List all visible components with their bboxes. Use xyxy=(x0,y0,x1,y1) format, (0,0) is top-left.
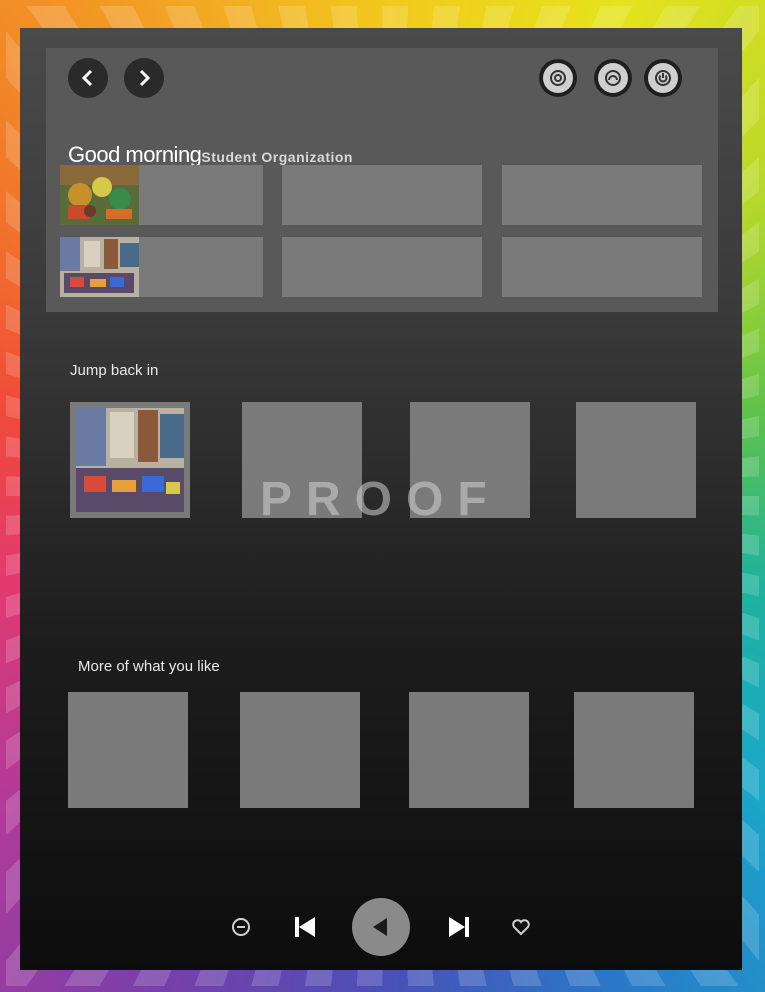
music-app-window: Good morningStudent Organization Jump ba… xyxy=(20,28,742,970)
quick-tile[interactable] xyxy=(60,165,263,225)
recommendation-card[interactable] xyxy=(240,692,360,808)
quick-tile[interactable] xyxy=(282,237,482,297)
shuffle-button[interactable] xyxy=(230,916,252,938)
next-button[interactable] xyxy=(444,912,474,942)
recommendation-card[interactable] xyxy=(574,692,694,808)
play-button[interactable] xyxy=(352,898,410,956)
chevron-left-icon xyxy=(81,69,93,87)
heart-icon xyxy=(512,919,530,936)
header-panel: Good morningStudent Organization xyxy=(46,48,718,312)
skip-previous-icon xyxy=(295,917,315,937)
recent-card[interactable] xyxy=(70,402,190,518)
minus-circle-icon xyxy=(232,918,250,936)
forward-button[interactable] xyxy=(124,58,164,98)
headphones-icon xyxy=(598,63,628,93)
like-button[interactable] xyxy=(510,916,532,938)
quick-tile[interactable] xyxy=(282,165,482,225)
recommendation-card[interactable] xyxy=(409,692,529,808)
recent-card[interactable] xyxy=(576,402,696,518)
back-button[interactable] xyxy=(68,58,108,98)
previous-button[interactable] xyxy=(290,912,320,942)
quick-tile[interactable] xyxy=(502,165,702,225)
section-title-jump-back-in: Jump back in xyxy=(70,362,159,379)
playback-controls xyxy=(20,896,742,956)
headphones-button[interactable] xyxy=(594,59,632,97)
album-art-classroom xyxy=(60,237,139,297)
power-icon xyxy=(648,63,678,93)
quick-tile[interactable] xyxy=(502,237,702,297)
album-art-classroom-large xyxy=(70,402,190,518)
greeting-text: Good morning xyxy=(68,142,202,167)
play-icon xyxy=(373,918,387,936)
recommendation-card[interactable] xyxy=(68,692,188,808)
section-title-more-you-like: More of what you like xyxy=(78,658,220,675)
skip-next-icon xyxy=(449,917,469,937)
album-art-toys xyxy=(60,165,139,225)
organization-name: Student Organization xyxy=(201,149,353,165)
power-button[interactable] xyxy=(644,59,682,97)
chevron-right-icon xyxy=(139,69,151,87)
account-button[interactable] xyxy=(539,59,577,97)
proof-watermark: PROOF xyxy=(260,473,501,526)
target-icon xyxy=(543,63,573,93)
quick-tile[interactable] xyxy=(60,237,263,297)
